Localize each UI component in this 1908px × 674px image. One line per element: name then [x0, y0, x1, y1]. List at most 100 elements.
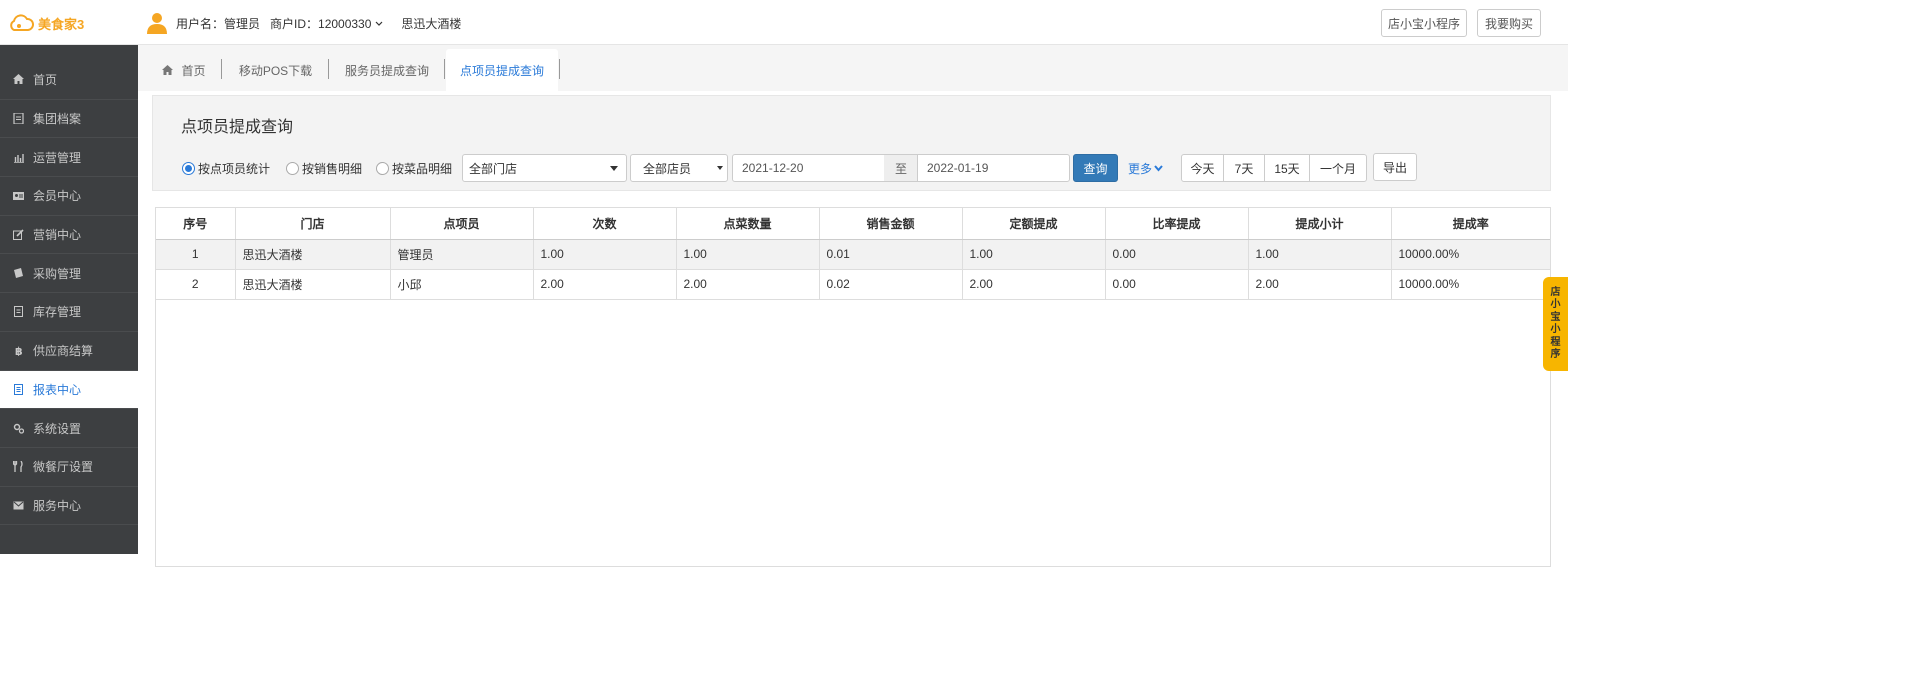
sidebar-item-4[interactable]: 营销中心 [0, 216, 138, 255]
table-cell: 1.00 [1248, 239, 1392, 270]
column-header[interactable]: 点项员 [390, 208, 534, 240]
buy-button[interactable]: 我要购买 [1477, 9, 1541, 37]
export-button[interactable]: 导出 [1373, 153, 1417, 181]
radio-label: 按菜品明细 [392, 162, 453, 176]
staff-select-value: 全部店员 [643, 161, 692, 176]
store-name: 思迅大酒楼 [401, 17, 462, 31]
table-cell: 1.00 [962, 239, 1106, 270]
radio-dot [182, 162, 195, 175]
table-cell: 管理员 [390, 239, 534, 270]
merchant-dropdown[interactable]: 商户ID：12000330 [270, 15, 383, 32]
document-icon [12, 306, 24, 318]
miniprogram-button[interactable]: 店小宝小程序 [1381, 9, 1467, 37]
tab-item-commission[interactable]: 点项员提成查询 [446, 49, 558, 91]
table-row[interactable]: 2 思迅大酒楼 小邱 2.00 2.00 0.02 2.00 0.00 2.00 10000.00… [156, 269, 1550, 300]
staff-select[interactable]: 全部店员 [630, 154, 728, 182]
radio-dot [376, 162, 389, 175]
sidebar-item-label: 运营管理 [33, 150, 82, 165]
store-select[interactable]: 全部门店 [462, 154, 627, 182]
column-header[interactable]: 门店 [235, 208, 391, 240]
table-cell: 0.00 [1105, 239, 1249, 270]
page-title: 点项员提成查询 [181, 119, 294, 136]
tab-bar: 首页 移动POS下载 服务员提成查询 点项员提成查询 [138, 45, 1568, 91]
radio-label: 按点项员统计 [198, 162, 271, 176]
column-header[interactable]: 提成率 [1391, 208, 1550, 240]
tab-label: 服务员提成查询 [344, 63, 429, 78]
float-tab-char: 宝 [1550, 311, 1561, 323]
merchant-id-label: 商户ID：12000330 [270, 17, 372, 31]
table-cell: 思迅大酒楼 [235, 269, 391, 300]
table-cell: 0.01 [819, 239, 963, 270]
radio-by-sales[interactable]: 按销售明细 [286, 160, 362, 177]
query-button[interactable]: 查询 [1073, 154, 1118, 182]
cloud-logo-icon [10, 14, 34, 31]
miniprogram-float-tab[interactable]: 店小宝小程序 [1543, 277, 1568, 371]
envelope-icon [12, 499, 24, 511]
column-header[interactable]: 提成小计 [1248, 208, 1392, 240]
sidebar-item-3[interactable]: 会员中心 [0, 177, 138, 216]
table-cell: 0.02 [819, 269, 963, 300]
radio-by-staff[interactable]: 按点项员统计 [182, 160, 270, 177]
logo-text: 美食家3 [38, 16, 85, 32]
bitcoin-icon: ฿ [12, 345, 24, 357]
column-header[interactable]: 次数 [533, 208, 677, 240]
chevron-down-icon [1154, 165, 1163, 172]
column-header[interactable]: 点菜数量 [676, 208, 820, 240]
result-table: 序号 门店 点项员 次数 点菜数量 销售金额 定额提成 比率提成 提成小计 提成率 1 思迅大酒楼管… [155, 207, 1551, 567]
range-month-button[interactable]: 一个月 [1309, 154, 1367, 182]
sidebar-item-label: 报表中心 [33, 382, 82, 397]
sidebar-item-label: 库存管理 [33, 305, 82, 320]
sidebar-item-label: 服务中心 [33, 498, 82, 513]
date-from-input[interactable]: 2021-12-20 [732, 154, 885, 182]
sidebar-item-label: 会员中心 [33, 189, 82, 204]
sidebar-item-1[interactable]: 集团档案 [0, 100, 138, 139]
tab-waiter-commission[interactable]: 服务员提成查询 [329, 49, 445, 91]
range-15d-button[interactable]: 15天 [1264, 154, 1310, 182]
radio-by-dish[interactable]: 按菜品明细 [376, 160, 452, 177]
table-cell: 10000.00% [1391, 269, 1550, 300]
table-row[interactable]: 1 思迅大酒楼 管理员 1.00 1.00 0.01 1.00 0.00 1.00 10000.0… [156, 239, 1550, 270]
table-cell: 1.00 [533, 239, 677, 270]
date-to-input[interactable]: 2022-01-19 [917, 154, 1070, 182]
range-7d-button[interactable]: 7天 [1223, 154, 1265, 182]
sidebar-item-5[interactable]: 采购管理 [0, 254, 138, 294]
filter-row: 按点项员统计 按销售明细 按菜品明细 全部门店 全部店员 2021-12-20 … [153, 153, 1550, 184]
caret-down-icon [717, 166, 723, 170]
table-cell: 1 [156, 239, 236, 270]
table-cell: 0.00 [1105, 269, 1249, 300]
table-cell: 1.00 [676, 239, 820, 270]
sidebar-item-8[interactable]: 报表中心 [0, 370, 138, 410]
float-tab-char: 小 [1550, 324, 1561, 335]
column-header[interactable]: 序号 [156, 208, 236, 240]
sidebar-item-2[interactable]: 运营管理 [0, 138, 138, 178]
sidebar-item-label: 系统设置 [33, 421, 82, 436]
column-header[interactable]: 定额提成 [962, 208, 1106, 240]
sidebar-item-9[interactable]: 系统设置 [0, 409, 138, 448]
sidebar-item-label: 供应商结算 [33, 344, 94, 359]
tab-label: 首页 [181, 63, 206, 78]
float-tab-char: 序 [1550, 349, 1561, 360]
float-tab-char: 程 [1550, 336, 1561, 348]
tab-home[interactable]: 首页 [146, 49, 222, 91]
column-header[interactable]: 销售金额 [819, 208, 963, 240]
file-icon [12, 113, 24, 125]
tab-label: 移动POS下载 [238, 63, 313, 78]
filter-panel: 点项员提成查询 按点项员统计 按销售明细 按菜品明细 全部门店 全部店员 202… [152, 95, 1551, 191]
sidebar-item-label: 集团档案 [33, 112, 82, 127]
sidebar-item-7[interactable]: ฿ 供应商结算 [0, 332, 138, 371]
table-cell: 2 [156, 269, 236, 300]
sidebar-item-11[interactable]: 服务中心 [0, 487, 138, 526]
sidebar-item-6[interactable]: 库存管理 [0, 293, 138, 332]
sidebar-item-0[interactable]: 首页 [0, 61, 138, 100]
range-today-button[interactable]: 今天 [1181, 154, 1224, 182]
more-toggle[interactable]: 更多 [1128, 160, 1163, 177]
column-header[interactable]: 比率提成 [1105, 208, 1249, 240]
logo[interactable]: 美食家3 [8, 13, 84, 33]
store-select-value: 全部门店 [469, 161, 518, 176]
float-tab-char: 店 [1550, 286, 1561, 298]
caret-down-icon [610, 166, 618, 171]
float-tab-char: 小 [1550, 299, 1561, 310]
sidebar-item-10[interactable]: 微餐厅设置 [0, 448, 138, 487]
tab-pos-download[interactable]: 移动POS下载 [222, 49, 329, 91]
edit-icon [12, 229, 24, 241]
